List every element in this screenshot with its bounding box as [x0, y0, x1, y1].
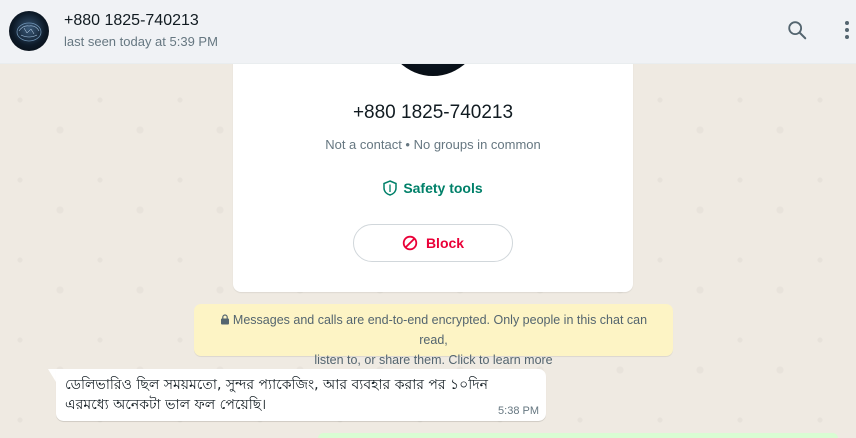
block-button[interactable]: Block	[353, 224, 513, 262]
contact-phone-number: +880 1825-740213	[352, 102, 514, 123]
contact-avatar[interactable]	[9, 11, 49, 51]
contact-subtitle: Not a contact • No groups in common	[325, 137, 541, 152]
menu-icon[interactable]	[835, 18, 856, 42]
encryption-notice[interactable]: Messages and calls are end-to-end encryp…	[194, 304, 673, 367]
encryption-text-line1: Messages and calls are end-to-end encryp…	[232, 313, 648, 347]
safety-tools-label: Safety tools	[403, 180, 483, 196]
message-text: ডেলিভারিও ছিল সময়মতো, সুন্দর প্যাকেজিং,…	[65, 375, 505, 415]
safety-tools-link[interactable]: Safety tools	[233, 180, 633, 196]
message-text-line1: ডেলিভারিও ছিল সময়মতো, সুন্দর প্যাকেজিং,…	[65, 377, 488, 393]
shield-icon	[383, 180, 398, 196]
message-timestamp: 5:38 PM	[498, 405, 539, 417]
block-icon	[402, 235, 418, 251]
search-icon[interactable]	[785, 18, 809, 42]
block-label: Block	[425, 235, 465, 251]
outgoing-message-partial	[318, 433, 838, 438]
lock-icon	[220, 314, 229, 325]
contact-info-card: +880 1825-740213 Not a contact • No grou…	[233, 0, 633, 292]
incoming-message[interactable]: ডেলিভারিও ছিল সময়মতো, সুন্দর প্যাকেজিং,…	[56, 369, 546, 421]
chat-header[interactable]: +880 1825-740213 last seen today at 5:39…	[0, 0, 856, 64]
avatar-image	[16, 22, 42, 42]
message-tail	[48, 369, 56, 382]
message-text-line2: এরমধ্যে অনেকটা ভাল ফল পেয়েছি।	[65, 397, 267, 413]
last-seen-status: last seen today at 5:39 PM	[64, 34, 218, 49]
encryption-text-line2: listen to, or share them. Click to learn…	[314, 353, 553, 367]
contact-name[interactable]: +880 1825-740213	[64, 12, 199, 30]
